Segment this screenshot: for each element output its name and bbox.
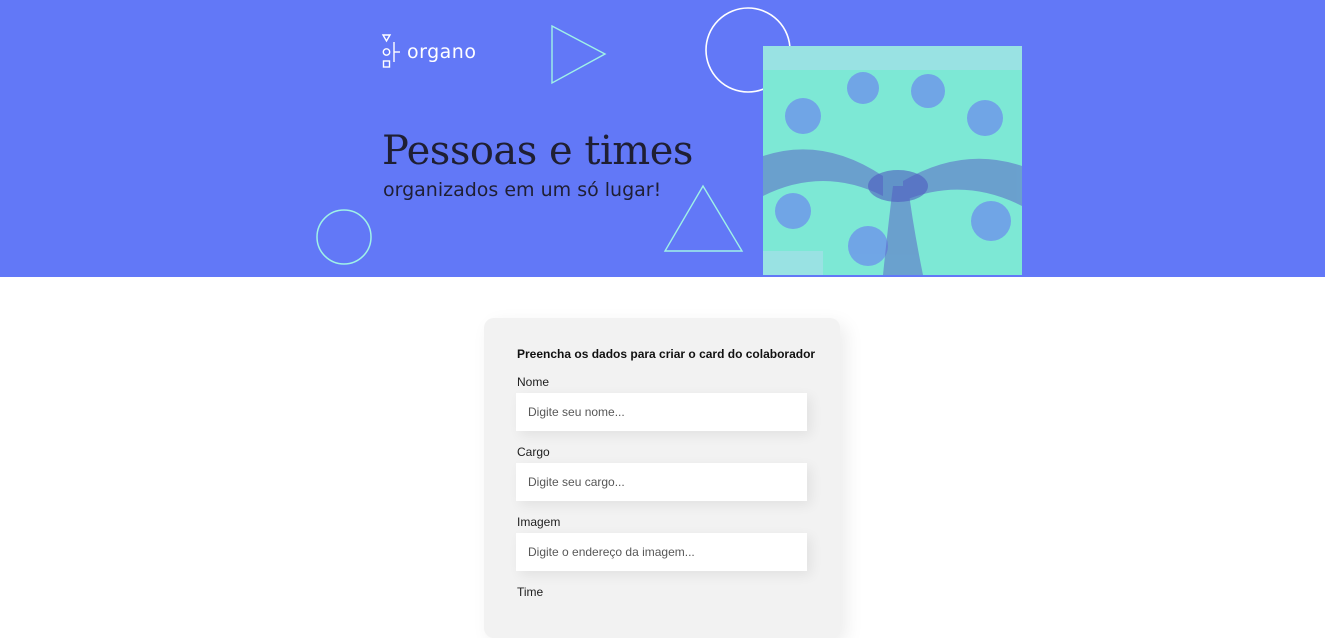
triangle-decoration — [663, 184, 744, 252]
image-field-label: Imagem — [517, 515, 561, 529]
header-banner: organo Pessoas e times organizados em um… — [0, 0, 1325, 277]
form-title: Preencha os dados para criar o card do c… — [517, 347, 816, 361]
page-subheadline: organizados em um só lugar! — [383, 179, 662, 201]
logo[interactable]: organo — [381, 33, 476, 71]
organo-logo-icon — [381, 34, 400, 68]
logo-text: organo — [407, 41, 477, 63]
image-url-input[interactable] — [516, 533, 807, 571]
small-circle-decoration — [316, 209, 372, 265]
role-input[interactable] — [516, 463, 807, 501]
name-input[interactable] — [516, 393, 807, 431]
role-field-label: Cargo — [517, 445, 550, 459]
play-triangle-decoration — [551, 24, 607, 85]
collaborator-form: Preencha os dados para criar o card do c… — [484, 318, 840, 638]
page-headline: Pessoas e times — [382, 128, 693, 174]
team-field-label: Time — [517, 585, 544, 599]
team-hands-photo — [763, 46, 1022, 275]
name-field-label: Nome — [517, 375, 550, 389]
